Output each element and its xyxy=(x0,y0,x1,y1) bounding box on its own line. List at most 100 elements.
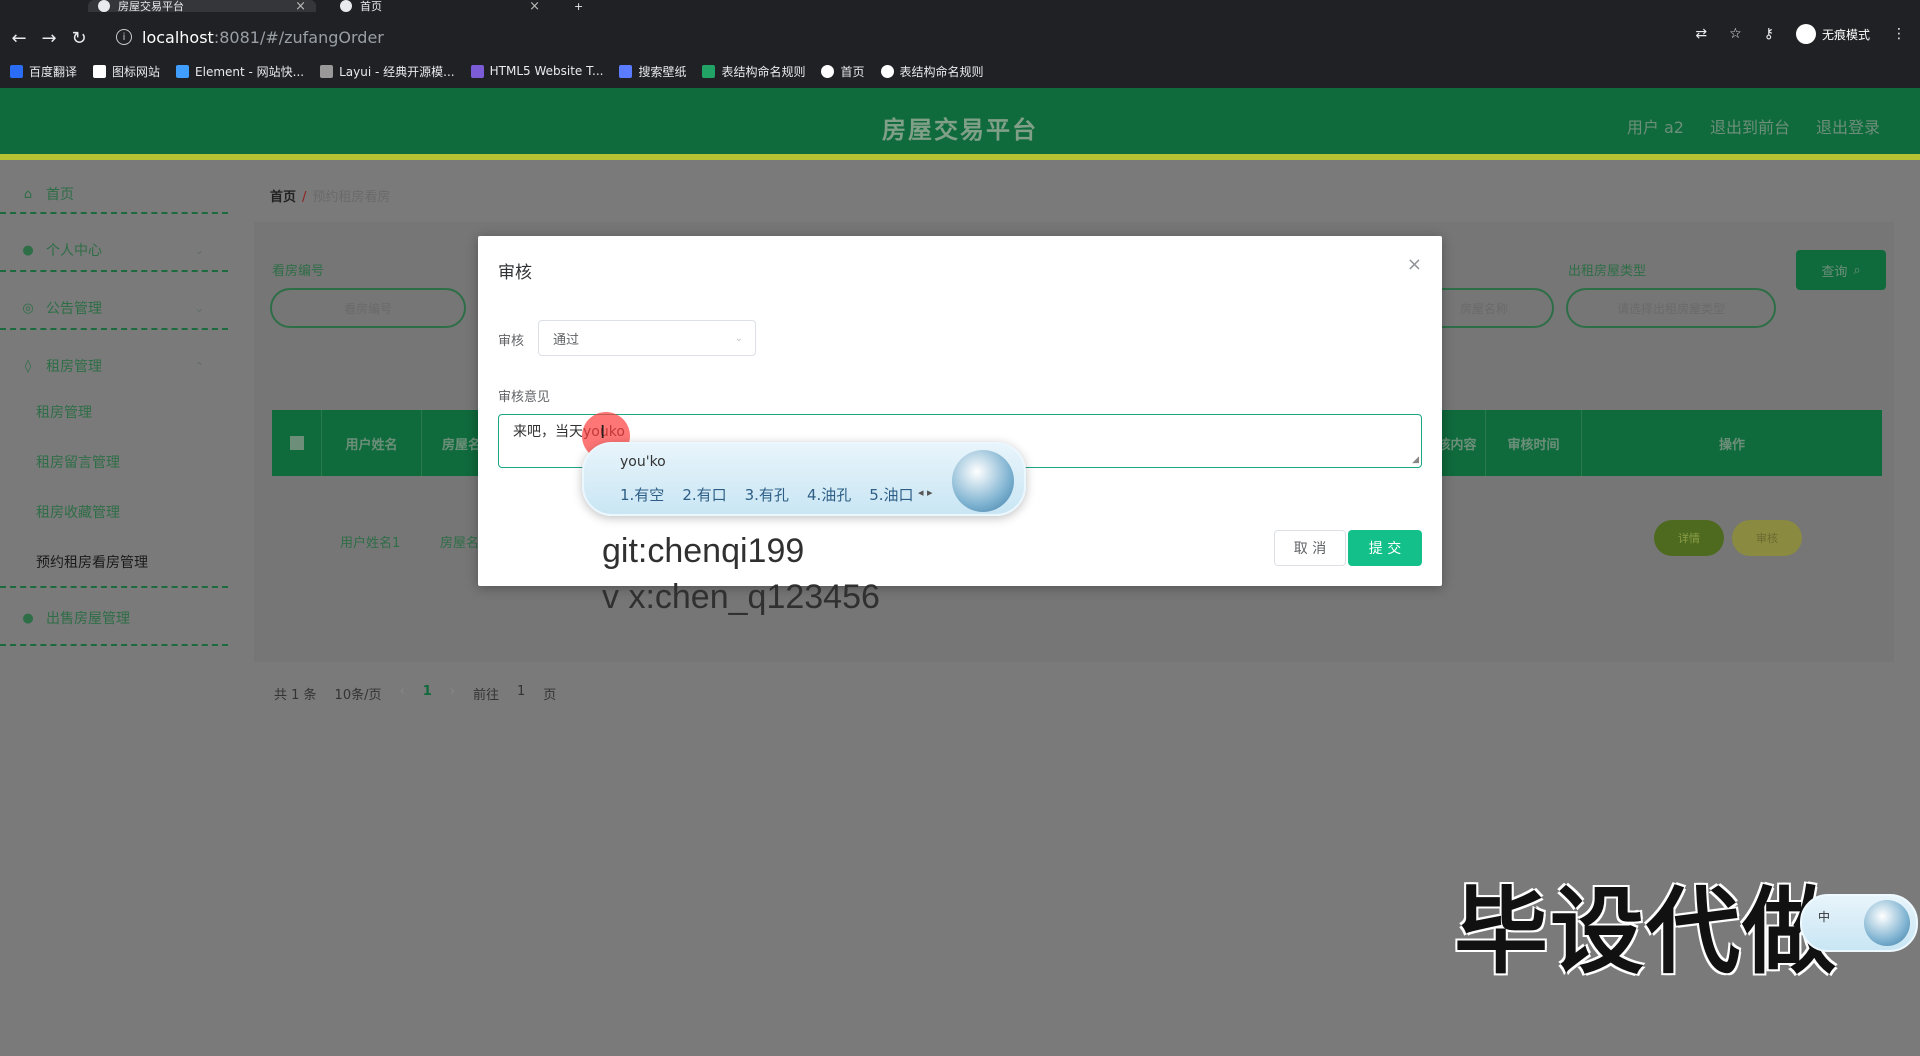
bookmark-label: 表结构命名规则 xyxy=(899,64,984,79)
sidebar-item-rent[interactable]: ◊ 租房管理 ⌃ xyxy=(0,338,228,394)
close-icon[interactable]: × xyxy=(295,0,306,14)
page-size-select[interactable]: 10条/页 xyxy=(335,684,382,703)
header-links: 用户 a2 退出到前台 退出登录 xyxy=(1627,114,1880,138)
review-button[interactable]: 审核 xyxy=(1732,520,1802,556)
divider xyxy=(0,644,228,646)
bookmark[interactable]: 百度翻译 xyxy=(10,63,77,80)
tab-platform[interactable]: 房屋交易平台 × xyxy=(88,0,316,14)
back-to-front-link[interactable]: 退出到前台 xyxy=(1710,114,1790,138)
close-icon[interactable]: × xyxy=(529,0,540,14)
chevron-down-icon: ⌄ xyxy=(194,243,204,257)
next-page-icon[interactable]: › xyxy=(450,684,455,703)
bookmark-label: 搜索壁纸 xyxy=(638,64,687,79)
tab-home[interactable]: 首页 × xyxy=(330,0,550,14)
page-number[interactable]: 1 xyxy=(423,684,432,703)
viewing-no-input[interactable]: 看房编号 xyxy=(270,288,466,328)
goto-input[interactable]: 1 xyxy=(517,684,525,703)
sidebar-item-sale[interactable]: ● 出售房屋管理 xyxy=(0,590,228,646)
ime-candidate[interactable]: 4.油孔 xyxy=(807,484,851,505)
incognito-icon xyxy=(1795,24,1816,44)
bookmark[interactable]: HTML5 Website T... xyxy=(470,64,604,78)
chevron-up-icon: ⌃ xyxy=(194,359,204,373)
sidebar-item-label: 租房管理 xyxy=(46,359,102,375)
divider xyxy=(0,212,228,214)
sidebar: ⌂ 首页 ● 个人中心 ⌄ ◎ 公告管理 ⌄ ◊ 租房管理 ⌃ 租房管理 租房留… xyxy=(0,166,228,1056)
bookmark-icon xyxy=(176,64,190,78)
address-bar[interactable]: i localhost :8081/#/zufangOrder xyxy=(108,22,1688,52)
status-select-value: 通过 xyxy=(553,332,580,348)
ime-page-arrows-icon[interactable]: ◂ ▸ xyxy=(918,486,933,499)
detail-button[interactable]: 详情 xyxy=(1654,520,1724,556)
url-host: localhost xyxy=(142,27,214,47)
comment-label: 审核意见 xyxy=(498,390,551,405)
bookmark-label: HTML5 Website T... xyxy=(489,64,604,78)
goto-label: 前往 xyxy=(472,688,499,703)
sidebar-subitem-viewing[interactable]: 预约租房看房管理 xyxy=(36,552,148,572)
ime-candidate[interactable]: 2.有口 xyxy=(682,484,726,505)
vue-icon xyxy=(98,0,110,12)
bookmark-label: Layui - 经典开源模... xyxy=(339,64,455,79)
bookmark-icon xyxy=(880,64,894,78)
sidebar-subitem-rent-message[interactable]: 租房留言管理 xyxy=(36,452,120,472)
app-header: 房屋交易平台 用户 a2 退出到前台 退出登录 xyxy=(0,88,1920,160)
bookmark-label: 百度翻译 xyxy=(29,64,78,79)
sidebar-subitem-rent[interactable]: 租房管理 xyxy=(36,402,92,422)
detail-button-label: 详情 xyxy=(1678,532,1700,545)
cell-user-name: 用户姓名1 xyxy=(340,536,401,551)
globe-icon xyxy=(340,0,352,12)
rent-type-select[interactable]: 请选择出租房屋类型 xyxy=(1566,288,1776,328)
tab-strip: 房屋交易平台 × 首页 × + xyxy=(0,0,1920,14)
select-all-checkbox[interactable] xyxy=(272,410,322,476)
info-icon[interactable]: i xyxy=(116,29,132,45)
submit-button[interactable]: 提 交 xyxy=(1348,530,1422,566)
cancel-button[interactable]: 取 消 xyxy=(1274,530,1346,566)
divider xyxy=(0,328,228,330)
breadcrumb-home[interactable]: 首页 xyxy=(270,190,296,205)
bookmark-label: 表结构命名规则 xyxy=(721,64,806,79)
user-link[interactable]: 用户 a2 xyxy=(1627,114,1684,138)
user-icon: ● xyxy=(22,242,34,258)
drop-icon: ● xyxy=(22,610,34,626)
column-header: 审核时间 xyxy=(1486,410,1582,476)
search-button-label: 查询 xyxy=(1821,264,1848,280)
sidebar-subitem-rent-favorite[interactable]: 租房收藏管理 xyxy=(36,502,120,522)
bookmark[interactable]: 图标网站 xyxy=(93,63,160,80)
ime-candidate[interactable]: 1.有空 xyxy=(620,484,664,505)
logout-link[interactable]: 退出登录 xyxy=(1816,114,1880,138)
review-button-label: 审核 xyxy=(1756,532,1778,545)
chevron-down-icon: ⌄ xyxy=(734,332,743,344)
text-cursor-icon: I xyxy=(600,422,606,443)
bookmark[interactable]: 搜索壁纸 xyxy=(619,63,686,80)
bookmark-icon xyxy=(619,64,633,78)
back-icon[interactable]: ← xyxy=(4,28,34,49)
tab-label: 首页 xyxy=(360,0,382,13)
ime-candidates: 1.有空 2.有口 3.有孔 4.油孔 5.油口 xyxy=(620,484,914,505)
menu-icon[interactable]: ⋮ xyxy=(1892,26,1906,42)
bell-icon: ◎ xyxy=(22,300,34,316)
reload-icon[interactable]: ↻ xyxy=(64,28,94,49)
bookmark[interactable]: 表结构命名规则 xyxy=(880,63,984,80)
pagination-total: 共 1 条 xyxy=(274,688,317,703)
bookmark[interactable]: 首页 xyxy=(821,63,865,80)
key-icon[interactable]: ⚷ xyxy=(1764,26,1774,42)
ime-candidate[interactable]: 3.有孔 xyxy=(745,484,789,505)
ime-status-bar[interactable]: 中 xyxy=(1800,894,1918,952)
prev-page-icon[interactable]: ‹ xyxy=(399,684,404,703)
star-icon[interactable]: ☆ xyxy=(1729,26,1742,42)
status-select[interactable]: 通过 ⌄ xyxy=(538,320,756,356)
bookmark[interactable]: Layui - 经典开源模... xyxy=(320,63,455,80)
ime-candidate[interactable]: 5.油口 xyxy=(869,484,913,505)
translate-icon[interactable]: ⇄ xyxy=(1695,26,1707,42)
breadcrumb-separator: / xyxy=(302,190,307,205)
home-icon: ⌂ xyxy=(23,186,33,202)
resize-handle-icon[interactable]: ◢ xyxy=(1412,455,1419,465)
forward-icon[interactable]: → xyxy=(34,28,64,49)
bookmark[interactable]: 表结构命名规则 xyxy=(702,63,805,80)
new-tab-button[interactable]: + xyxy=(574,0,594,13)
bookmarks-bar: 百度翻译 图标网站 Element - 网站快... Layui - 经典开源模… xyxy=(0,60,1920,82)
divider xyxy=(0,270,228,272)
close-icon[interactable]: × xyxy=(1407,254,1422,275)
search-button[interactable]: 查询 ⌕ xyxy=(1796,250,1886,290)
bookmark[interactable]: Element - 网站快... xyxy=(176,63,304,80)
incognito-badge[interactable]: 无痕模式 xyxy=(1795,24,1870,44)
